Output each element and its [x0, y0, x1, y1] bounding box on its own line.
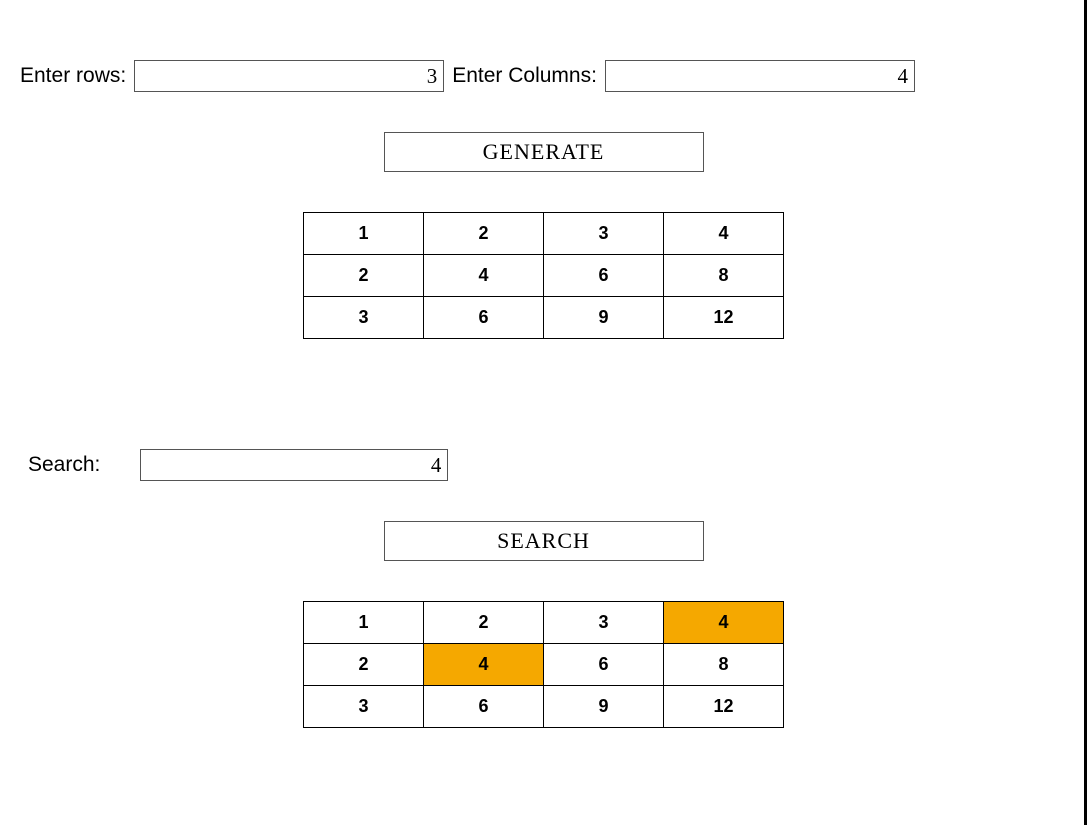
table-cell: 1: [304, 213, 424, 255]
bottom-table-wrap: 1234246836912: [20, 601, 1067, 728]
table-cell: 6: [424, 297, 544, 339]
search-input-row: Search:: [20, 449, 1067, 481]
multiplication-table-bottom: 1234246836912: [303, 601, 784, 728]
table-cell: 2: [424, 602, 544, 644]
table-cell: 12: [664, 297, 784, 339]
table-cell: 3: [544, 213, 664, 255]
main-content: Enter rows: Enter Columns: GENERATE 1234…: [0, 0, 1087, 728]
multiplication-table-top: 1234246836912: [303, 212, 784, 339]
table-cell: 3: [544, 602, 664, 644]
search-label: Search:: [28, 453, 100, 477]
table-cell: 1: [304, 602, 424, 644]
rows-input[interactable]: [134, 60, 444, 92]
columns-label: Enter Columns:: [452, 64, 597, 88]
table-cell: 4: [664, 213, 784, 255]
table-cell: 2: [424, 213, 544, 255]
generate-button[interactable]: GENERATE: [384, 132, 704, 172]
table-cell: 9: [544, 297, 664, 339]
table-row: 36912: [304, 686, 784, 728]
table-cell: 12: [664, 686, 784, 728]
table-cell: 4: [424, 255, 544, 297]
table-cell: 8: [664, 255, 784, 297]
rows-label: Enter rows:: [20, 64, 126, 88]
table-cell: 4: [424, 644, 544, 686]
table-row: 36912: [304, 297, 784, 339]
table-cell: 8: [664, 644, 784, 686]
search-section: Search: SEARCH 1234246836912: [20, 449, 1067, 728]
top-table-wrap: 1234246836912: [20, 212, 1067, 339]
table-cell: 4: [664, 602, 784, 644]
table-cell: 3: [304, 297, 424, 339]
table-cell: 2: [304, 255, 424, 297]
table-cell: 9: [544, 686, 664, 728]
table-cell: 3: [304, 686, 424, 728]
search-button[interactable]: SEARCH: [384, 521, 704, 561]
table-cell: 2: [304, 644, 424, 686]
dimensions-input-row: Enter rows: Enter Columns:: [20, 60, 1067, 92]
table-row: 1234: [304, 602, 784, 644]
search-input[interactable]: [140, 449, 448, 481]
table-row: 2468: [304, 644, 784, 686]
columns-input[interactable]: [605, 60, 915, 92]
table-row: 1234: [304, 213, 784, 255]
table-cell: 6: [424, 686, 544, 728]
table-row: 2468: [304, 255, 784, 297]
table-cell: 6: [544, 255, 664, 297]
table-cell: 6: [544, 644, 664, 686]
